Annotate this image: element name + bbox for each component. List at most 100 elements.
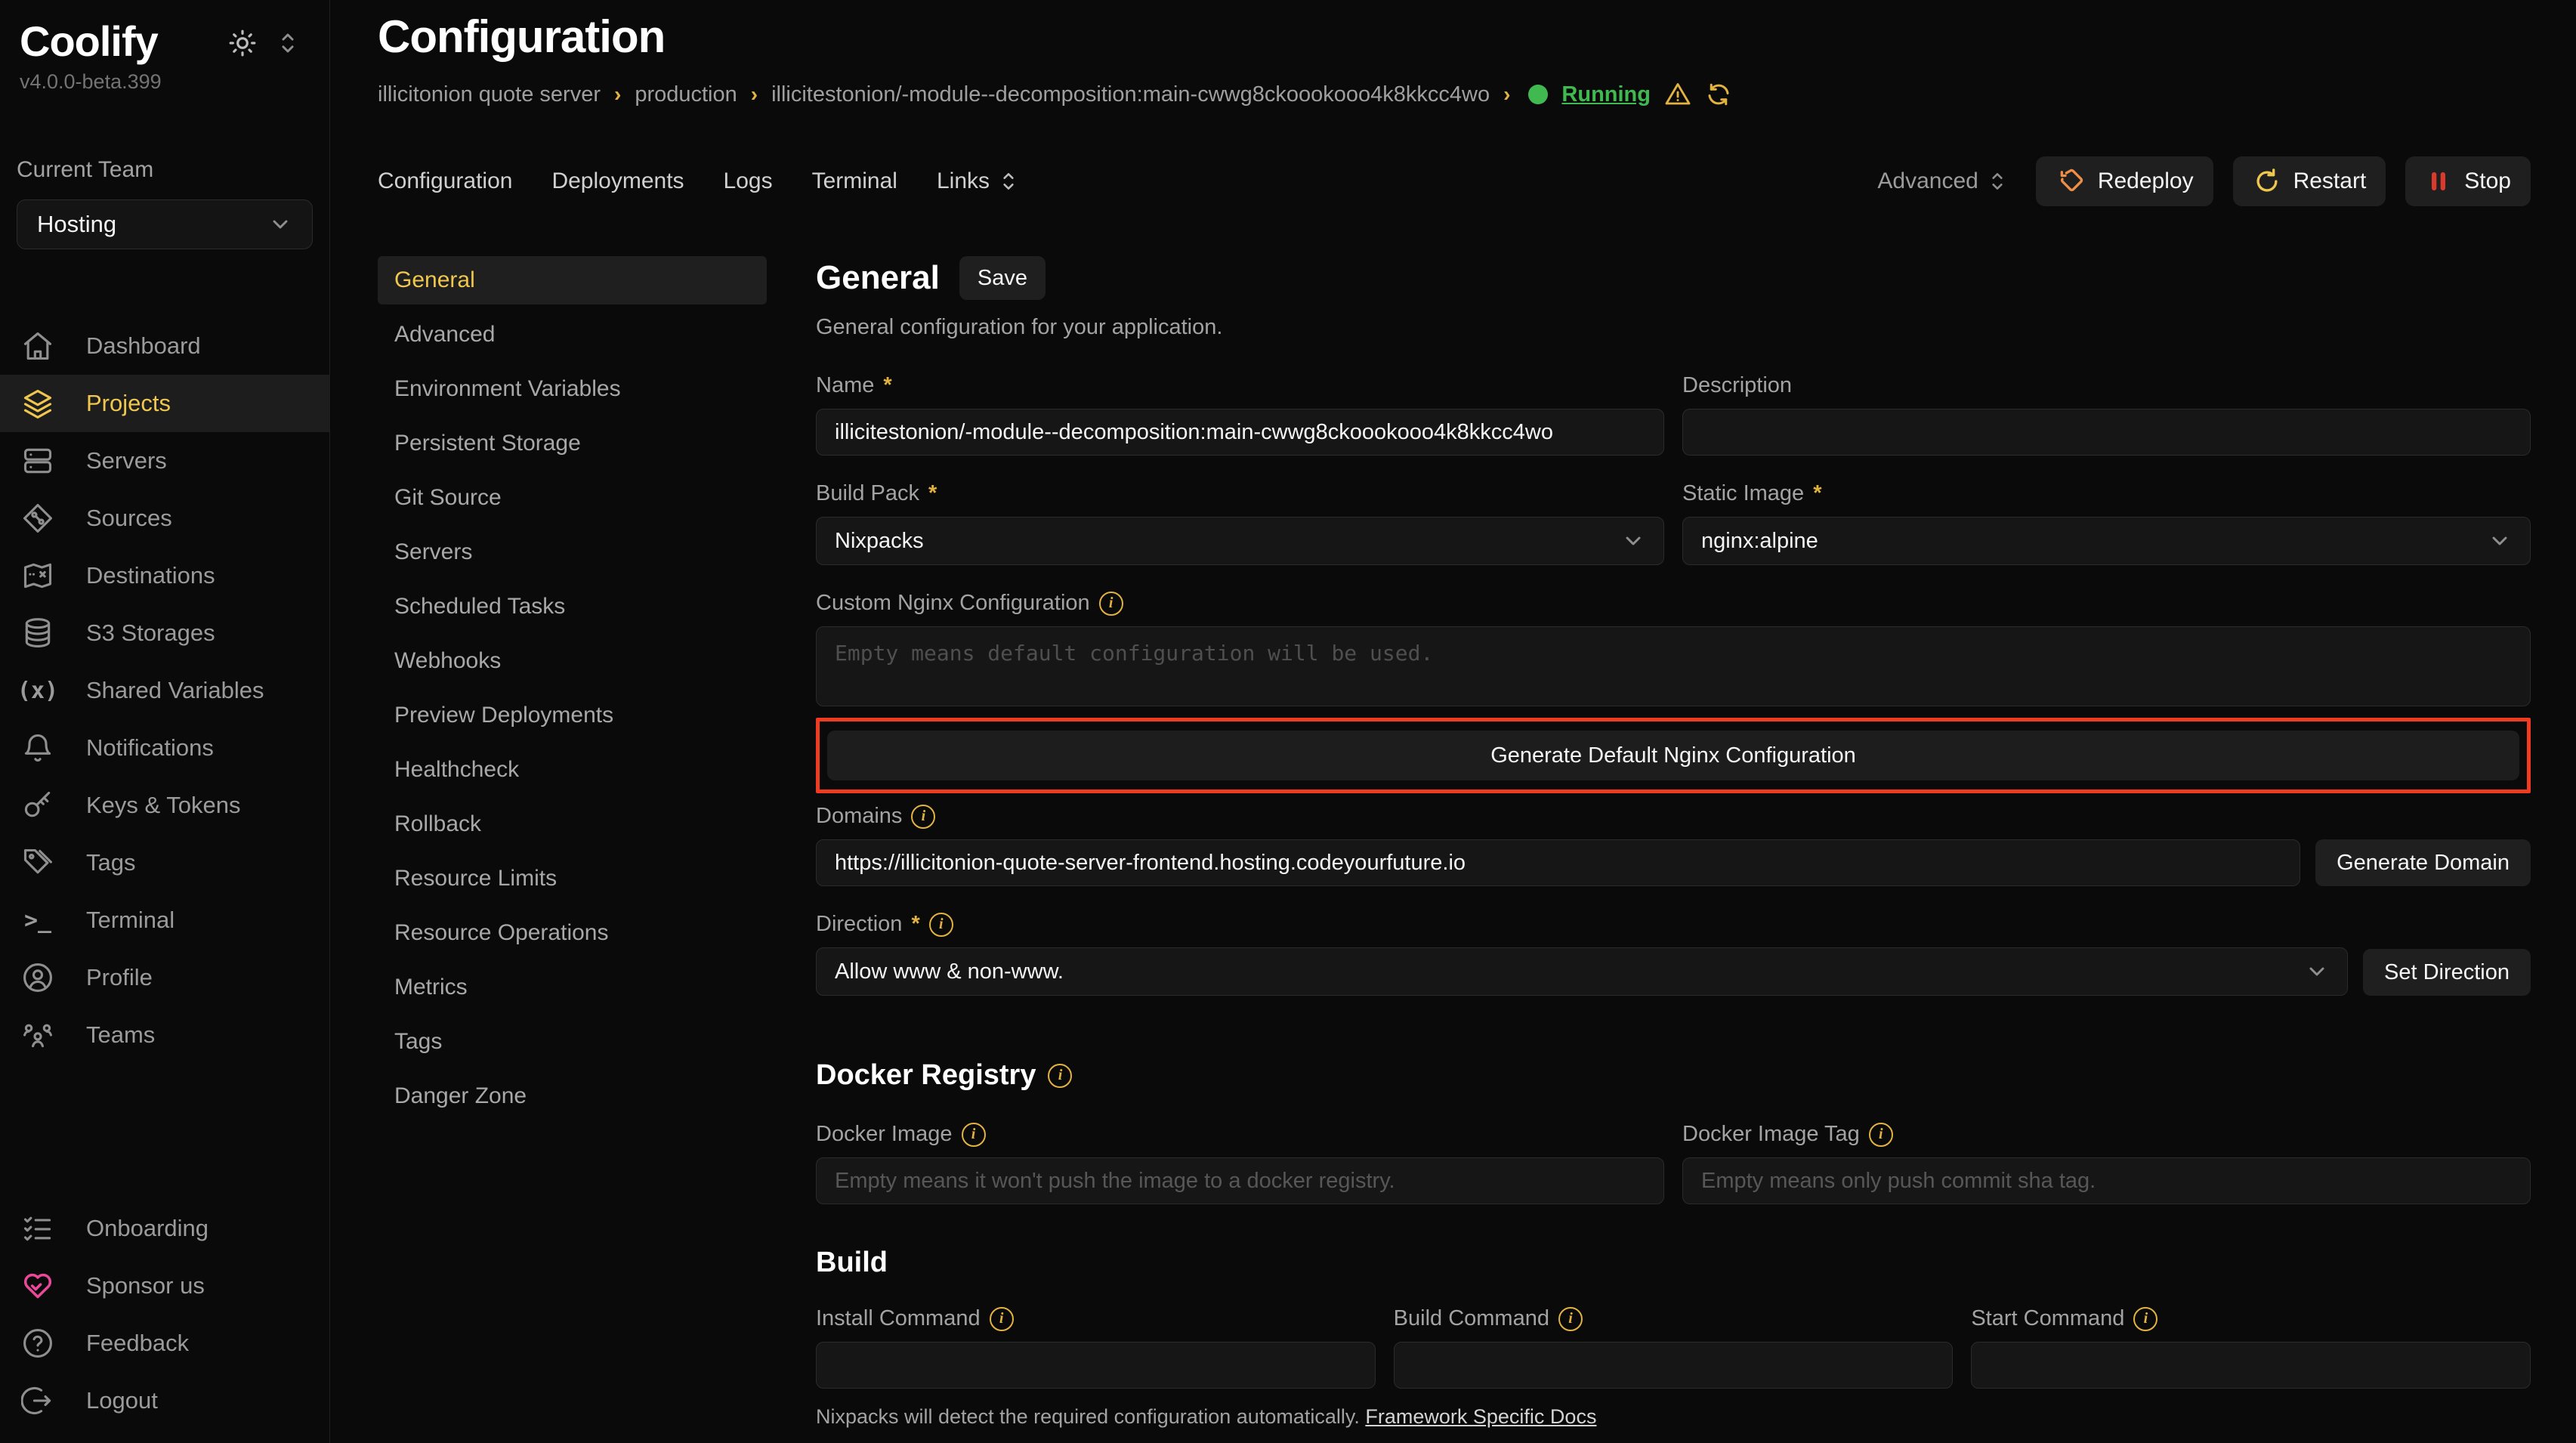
- git-source-icon: [21, 502, 54, 535]
- subnav-environment-variables[interactable]: Environment Variables: [378, 365, 767, 413]
- info-icon[interactable]: i: [929, 913, 953, 937]
- sidebar-item-tags[interactable]: Tags: [0, 834, 329, 891]
- generate-nginx-config-button[interactable]: Generate Default Nginx Configuration: [827, 731, 2519, 780]
- subnav-metrics[interactable]: Metrics: [378, 963, 767, 1012]
- breadcrumb-resource[interactable]: illicitestonion/-module--decomposition:m…: [771, 82, 1490, 107]
- sidebar-nav: Dashboard Projects Servers Sources Desti…: [0, 317, 329, 1064]
- tab-links[interactable]: Links: [937, 168, 1018, 194]
- tab-logs[interactable]: Logs: [724, 168, 773, 194]
- start-command-input[interactable]: [1971, 1342, 2531, 1389]
- sidebar-item-label: S3 Storages: [86, 620, 215, 647]
- info-icon[interactable]: i: [1048, 1064, 1072, 1088]
- subnav-general[interactable]: General: [378, 256, 767, 304]
- breadcrumb-environment[interactable]: production: [635, 82, 737, 107]
- subnav-rollback[interactable]: Rollback: [378, 800, 767, 848]
- docker-registry-title: Docker Registry: [816, 1059, 1036, 1092]
- sidebar-item-terminal[interactable]: >_ Terminal: [0, 891, 329, 949]
- redeploy-icon: [2056, 166, 2086, 196]
- warning-icon[interactable]: [1664, 81, 1691, 108]
- subnav-persistent-storage[interactable]: Persistent Storage: [378, 419, 767, 468]
- info-icon[interactable]: i: [911, 805, 935, 829]
- sidebar-item-dashboard[interactable]: Dashboard: [0, 317, 329, 375]
- build-command-input[interactable]: [1394, 1342, 1954, 1389]
- tab-deployments[interactable]: Deployments: [551, 168, 684, 194]
- tab-terminal[interactable]: Terminal: [812, 168, 897, 194]
- variable-icon: (x): [21, 674, 54, 707]
- subnav-healthcheck[interactable]: Healthcheck: [378, 746, 767, 794]
- stop-button[interactable]: Stop: [2405, 156, 2531, 206]
- info-icon[interactable]: i: [1558, 1307, 1583, 1331]
- tag-icon: [21, 846, 54, 879]
- chevron-right-icon: ›: [614, 82, 621, 107]
- subnav-servers[interactable]: Servers: [378, 528, 767, 576]
- description-input[interactable]: [1682, 409, 2531, 456]
- subnav-webhooks[interactable]: Webhooks: [378, 637, 767, 685]
- subnav-scheduled-tasks[interactable]: Scheduled Tasks: [378, 582, 767, 631]
- info-icon[interactable]: i: [1099, 592, 1123, 616]
- redeploy-button[interactable]: Redeploy: [2036, 156, 2213, 206]
- sidebar-item-projects[interactable]: Projects: [0, 375, 329, 432]
- subnav-advanced[interactable]: Advanced: [378, 311, 767, 359]
- sidebar-item-label: Projects: [86, 390, 171, 417]
- tab-configuration[interactable]: Configuration: [378, 168, 512, 194]
- chevron-down-icon: [2305, 959, 2329, 984]
- direction-select[interactable]: Allow www & non-www.: [816, 947, 2348, 996]
- sidebar-item-destinations[interactable]: Destinations: [0, 547, 329, 604]
- sidebar-item-s3-storages[interactable]: S3 Storages: [0, 604, 329, 662]
- collapse-sidebar-icon[interactable]: [276, 30, 299, 56]
- sidebar-item-onboarding[interactable]: Onboarding: [0, 1200, 329, 1257]
- stop-pause-icon: [2425, 168, 2452, 195]
- sidebar-item-keys-tokens[interactable]: Keys & Tokens: [0, 777, 329, 834]
- build-pack-select[interactable]: Nixpacks: [816, 517, 1664, 565]
- sidebar-item-label: Onboarding: [86, 1215, 208, 1242]
- subnav-git-source[interactable]: Git Source: [378, 474, 767, 522]
- breadcrumb-project[interactable]: illicitonion quote server: [378, 82, 601, 107]
- status-badge[interactable]: Running: [1561, 82, 1651, 107]
- advanced-dropdown[interactable]: Advanced: [1877, 168, 2006, 194]
- info-icon[interactable]: i: [2133, 1307, 2157, 1331]
- domains-input[interactable]: [816, 839, 2300, 886]
- nginx-config-textarea[interactable]: [816, 626, 2531, 706]
- sidebar-item-servers[interactable]: Servers: [0, 432, 329, 490]
- app-version: v4.0.0-beta.399: [0, 66, 329, 94]
- docker-image-tag-input[interactable]: [1682, 1157, 2531, 1204]
- logout-icon: [21, 1384, 54, 1417]
- save-button[interactable]: Save: [959, 256, 1046, 300]
- checklist-icon: [21, 1212, 54, 1245]
- set-direction-button[interactable]: Set Direction: [2363, 949, 2531, 996]
- subnav-resource-limits[interactable]: Resource Limits: [378, 854, 767, 903]
- sidebar-item-label: Tags: [86, 849, 135, 876]
- team-select[interactable]: Hosting: [17, 199, 313, 249]
- sidebar-item-shared-variables[interactable]: (x) Shared Variables: [0, 662, 329, 719]
- subnav-resource-operations[interactable]: Resource Operations: [378, 909, 767, 957]
- sidebar-item-notifications[interactable]: Notifications: [0, 719, 329, 777]
- docker-image-input[interactable]: [816, 1157, 1664, 1204]
- sidebar-item-logout[interactable]: Logout: [0, 1372, 329, 1429]
- static-image-select[interactable]: nginx:alpine: [1682, 517, 2531, 565]
- sidebar-item-feedback[interactable]: Feedback: [0, 1315, 329, 1372]
- bell-icon: [21, 731, 54, 765]
- subnav-preview-deployments[interactable]: Preview Deployments: [378, 691, 767, 740]
- chevron-down-icon: [2488, 529, 2512, 553]
- sidebar-item-sources[interactable]: Sources: [0, 490, 329, 547]
- generate-domain-button[interactable]: Generate Domain: [2315, 839, 2531, 886]
- info-icon[interactable]: i: [962, 1123, 986, 1147]
- sidebar-item-sponsor-us[interactable]: Sponsor us: [0, 1257, 329, 1315]
- sidebar-item-label: Feedback: [86, 1330, 189, 1357]
- refresh-icon[interactable]: [1705, 81, 1732, 108]
- annotation-highlight-rect: Generate Default Nginx Configuration: [816, 718, 2531, 793]
- subnav-danger-zone[interactable]: Danger Zone: [378, 1072, 767, 1120]
- chevron-down-icon: [1621, 529, 1645, 553]
- team-select-value: Hosting: [37, 211, 116, 238]
- sidebar-item-teams[interactable]: Teams: [0, 1006, 329, 1064]
- restart-button[interactable]: Restart: [2233, 156, 2386, 206]
- subnav-tags[interactable]: Tags: [378, 1018, 767, 1066]
- framework-docs-link[interactable]: Framework Specific Docs: [1365, 1405, 1596, 1428]
- install-command-input[interactable]: [816, 1342, 1376, 1389]
- theme-toggle-sun-icon[interactable]: [228, 29, 257, 57]
- name-input[interactable]: [816, 409, 1664, 456]
- info-icon[interactable]: i: [990, 1307, 1014, 1331]
- info-icon[interactable]: i: [1869, 1123, 1893, 1147]
- sidebar-item-profile[interactable]: Profile: [0, 949, 329, 1006]
- sidebar-item-label: Terminal: [86, 907, 175, 934]
